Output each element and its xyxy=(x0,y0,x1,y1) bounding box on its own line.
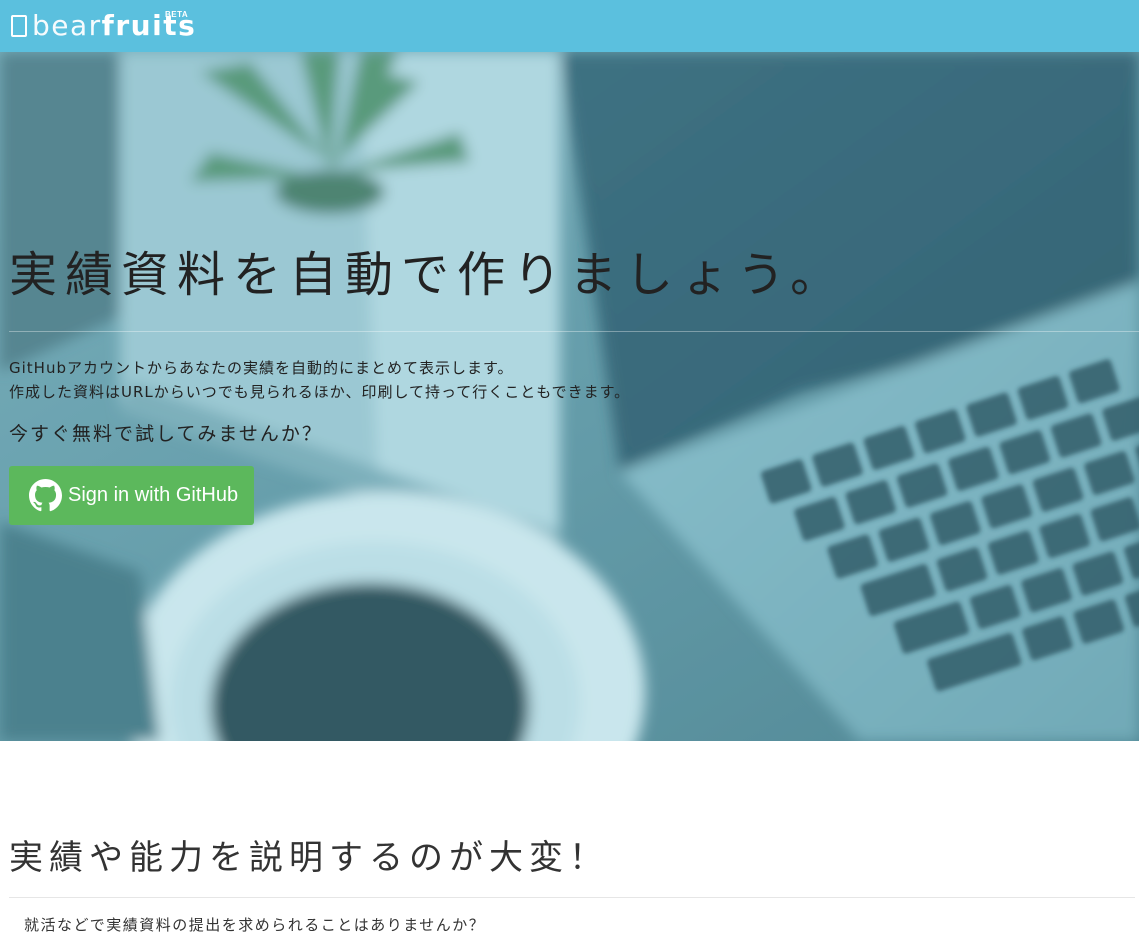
section-divider xyxy=(9,897,1135,898)
hero-content: 実績資料を自動で作りましょう。 GitHubアカウントからあなたの実績を自動的に… xyxy=(9,52,1139,741)
sign-in-button-label: Sign in with GitHub xyxy=(68,484,239,506)
hero-section: 実績資料を自動で作りましょう。 GitHubアカウントからあなたの実績を自動的に… xyxy=(0,52,1139,741)
section-title: 実績や能力を説明するのが大変！ xyxy=(9,838,609,878)
problem-section: 実績や能力を説明するのが大変！ 就活などで実績資料の提出を求められることはありま… xyxy=(9,741,1135,952)
hero-cta-text: 今すぐ無料で試してみませんか？ xyxy=(9,423,323,445)
hero-divider xyxy=(9,331,1139,332)
logo-text-prefix: bear xyxy=(32,9,102,42)
logo-link[interactable]: bearfruits BETA xyxy=(10,8,200,44)
hero-title: 実績資料を自動で作りましょう。 xyxy=(9,247,847,303)
beta-badge: BETA xyxy=(165,10,189,19)
top-navbar: bearfruits BETA xyxy=(0,0,1139,52)
hero-description: GitHubアカウントからあなたの実績を自動的にまとめて表示します。 作成した資… xyxy=(9,356,630,404)
sign-in-with-github-button[interactable]: Sign in with GitHub xyxy=(9,466,254,525)
hero-description-line: 作成した資料はURLからいつでも見られるほか、印刷して持って行くこともできます。 xyxy=(9,383,631,401)
logo-mark-icon xyxy=(11,15,27,37)
hero-description-line: GitHubアカウントからあなたの実績を自動的にまとめて表示します。 xyxy=(9,359,514,377)
section-text: 就活などで実績資料の提出を求められることはありませんか？ xyxy=(24,916,486,934)
github-icon xyxy=(29,479,62,512)
